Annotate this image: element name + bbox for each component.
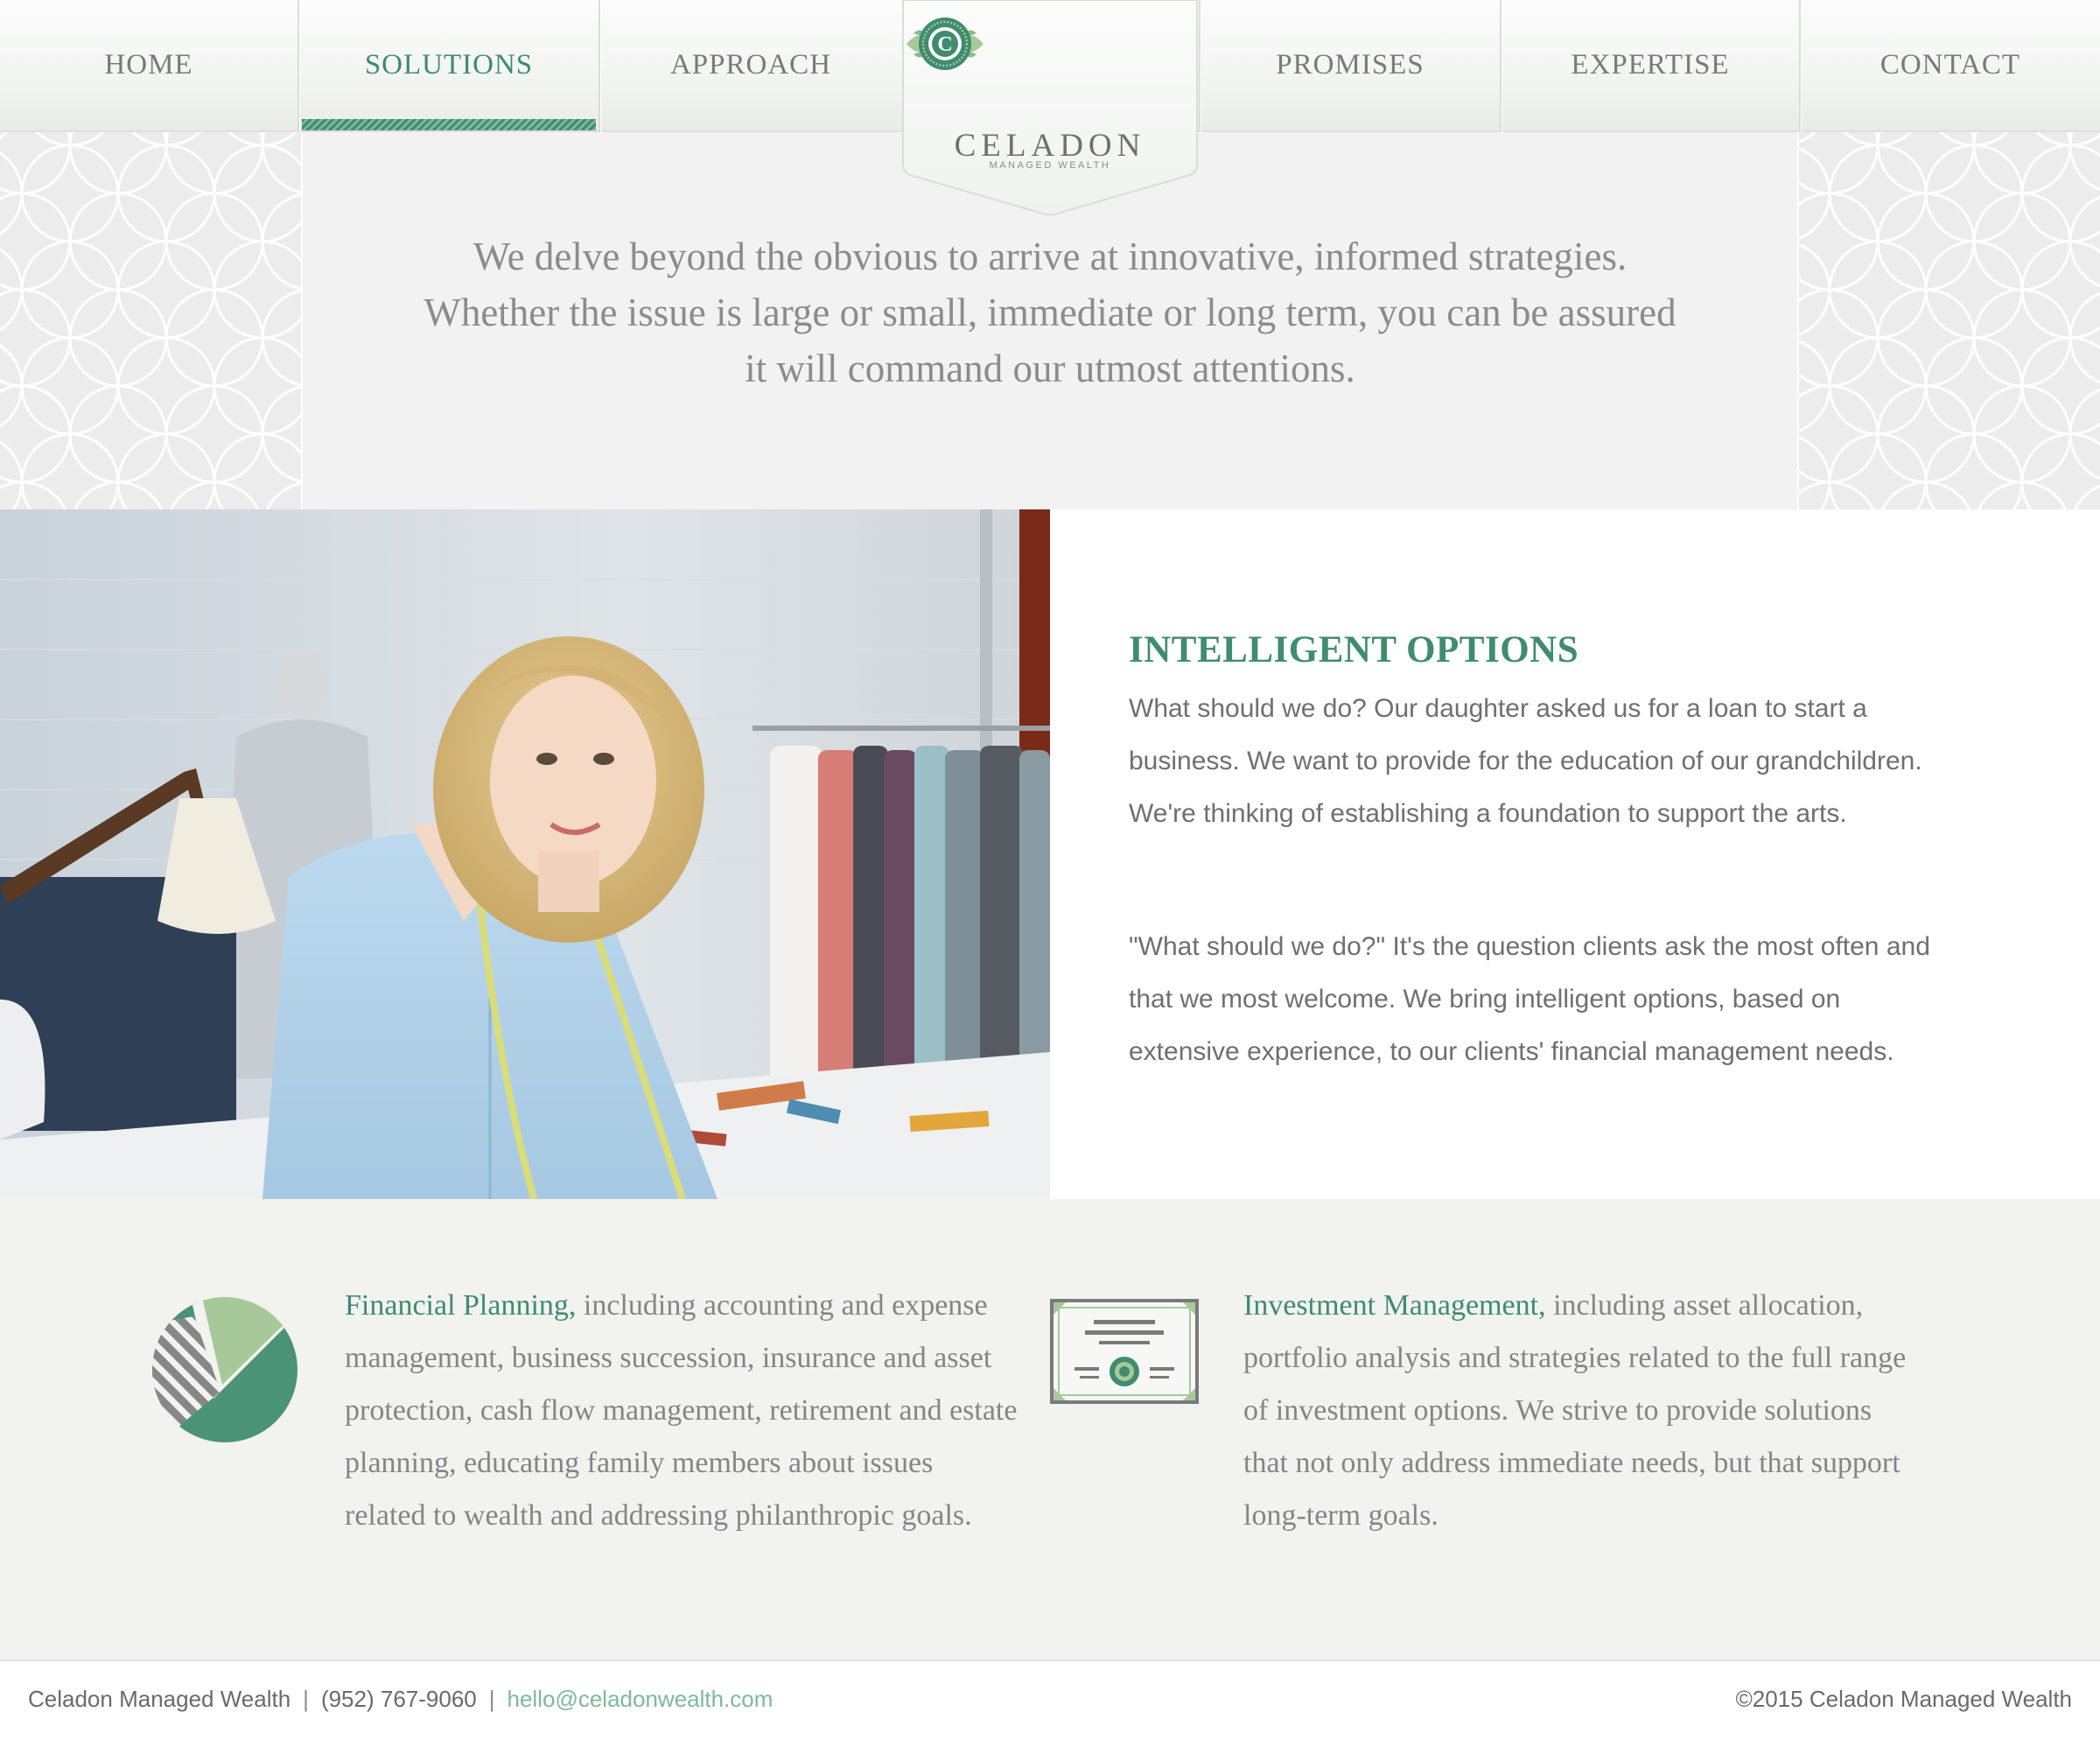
svg-text:C: C [937, 33, 952, 56]
footer-separator: | [488, 1686, 495, 1712]
footer-separator: | [303, 1686, 309, 1712]
nav-solutions-label: SOLUTIONS [364, 49, 534, 81]
investment-management-description: including asset allocation, portfolio an… [1243, 1289, 1907, 1532]
active-tab-indicator [302, 119, 596, 130]
investment-management-text: Investment Management, including asset a… [1243, 1280, 1908, 1542]
nav-promises[interactable]: PROMISES [1200, 0, 1500, 130]
site-footer: Celadon Managed Wealth | (952) 767-9060 | he… [0, 1659, 2100, 1740]
feature-paragraph-1: What should we do? Our daughter asked us… [1129, 694, 1922, 828]
nav-expertise[interactable]: EXPERTISE [1502, 0, 1799, 130]
nav-promises-label: PROMISES [1276, 49, 1424, 81]
feature-paragraph-2: "What should we do?" It's the question c… [1129, 932, 1930, 1066]
footer-phone[interactable]: (952) 767-9060 [321, 1686, 477, 1712]
investment-management-lead: Investment Management, [1243, 1289, 1546, 1322]
footer-copyright: ©2015 Celadon Managed Wealth [1735, 1686, 2072, 1712]
services-section: Financial Planning, including accounting… [0, 1199, 2100, 1659]
nav-home[interactable]: HOME [0, 0, 298, 130]
nav-contact-label: CONTACT [1880, 49, 2021, 81]
intro-statement: We delve beyond the obvious to arrive at… [424, 235, 1676, 390]
footer-contact: Celadon Managed Wealth | (952) 767-9060 | he… [28, 1686, 773, 1713]
section-heading: INTELLIGENT OPTIONS [1129, 629, 1579, 670]
logo-home-link[interactable]: C CELADON MANAGED WEALTH [901, 0, 1199, 217]
financial-planning-lead: Financial Planning, [345, 1289, 577, 1322]
nav-expertise-label: EXPERTISE [1571, 49, 1730, 81]
intelligent-options-section: INTELLIGENT OPTIONS What should we do? O… [1050, 509, 2100, 1199]
nav-solutions[interactable]: SOLUTIONS [299, 0, 598, 130]
nav-approach[interactable]: APPROACH [600, 0, 901, 130]
logo-tagline: MANAGED WEALTH [989, 160, 1111, 171]
decorative-pattern [0, 132, 301, 509]
financial-planning-text: Financial Planning, including accounting… [345, 1280, 1018, 1542]
certificate-icon [1050, 1299, 1199, 1404]
footer-company: Celadon Managed Wealth [28, 1686, 291, 1712]
footer-email-link[interactable]: hello@celadonwealth.com [508, 1686, 774, 1712]
nav-contact[interactable]: CONTACT [1801, 0, 2100, 130]
decorative-pattern [1799, 132, 2100, 509]
circle-pattern-right [1799, 132, 2100, 509]
financial-planning-description: including accounting and expense managem… [345, 1289, 1018, 1532]
pie-chart-icon [152, 1297, 298, 1442]
woman-in-clothing-studio-photo [0, 509, 1050, 1199]
circle-pattern-left [0, 132, 301, 509]
photo-illustration [0, 509, 1050, 1199]
logo-title: CELADON [954, 128, 1146, 164]
nav-approach-label: APPROACH [669, 49, 832, 81]
nav-home-label: HOME [104, 49, 193, 81]
c-monogram-seal-icon: C [906, 18, 984, 70]
